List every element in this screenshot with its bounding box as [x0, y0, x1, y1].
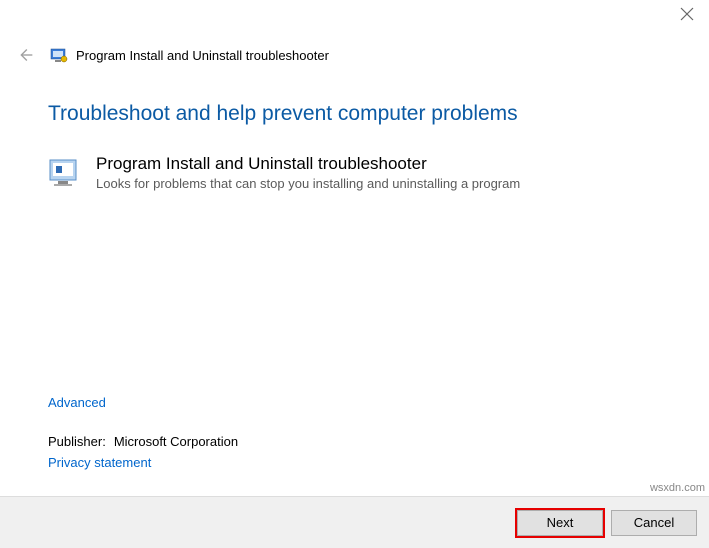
publisher-line: Publisher: Microsoft Corporation	[48, 434, 238, 449]
publisher-value: Microsoft Corporation	[114, 434, 238, 449]
back-arrow-icon[interactable]	[14, 44, 36, 66]
troubleshooter-item-icon	[48, 156, 82, 190]
privacy-statement-link[interactable]: Privacy statement	[48, 455, 151, 470]
close-icon[interactable]	[679, 6, 695, 22]
next-button[interactable]: Next	[517, 510, 603, 536]
item-description: Looks for problems that can stop you ins…	[96, 176, 520, 191]
page-heading: Troubleshoot and help prevent computer p…	[48, 102, 709, 126]
footer-button-bar: Next Cancel	[0, 496, 709, 548]
troubleshooter-item-text: Program Install and Uninstall troublesho…	[96, 154, 520, 191]
cancel-button[interactable]: Cancel	[611, 510, 697, 536]
publisher-label: Publisher:	[48, 434, 106, 449]
advanced-link[interactable]: Advanced	[48, 395, 106, 410]
window-title: Program Install and Uninstall troublesho…	[76, 48, 329, 63]
watermark-text: wsxdn.com	[650, 482, 705, 494]
troubleshooter-app-icon	[50, 46, 68, 64]
titlebar	[0, 0, 709, 40]
troubleshooter-item: Program Install and Uninstall troublesho…	[48, 154, 709, 191]
links-area: Advanced Publisher: Microsoft Corporation…	[48, 395, 238, 470]
content-area: Troubleshoot and help prevent computer p…	[0, 66, 709, 191]
header-row: Program Install and Uninstall troublesho…	[0, 40, 709, 66]
item-title: Program Install and Uninstall troublesho…	[96, 154, 520, 174]
